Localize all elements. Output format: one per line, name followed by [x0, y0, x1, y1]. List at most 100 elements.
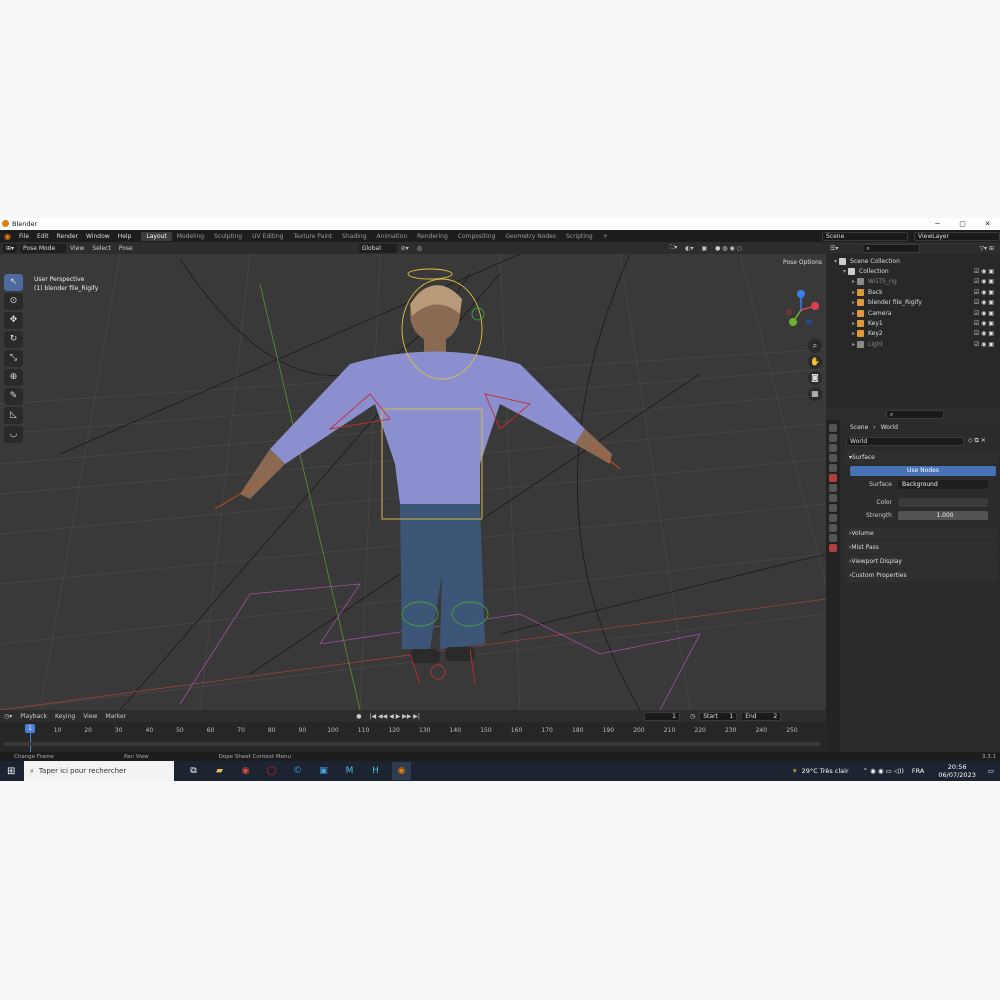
tab-scripting[interactable]: Scripting [561, 232, 598, 241]
color-swatch[interactable] [898, 498, 988, 507]
marker-menu[interactable]: Marker [101, 713, 130, 720]
m-app-icon[interactable]: M [340, 762, 359, 780]
select-menu[interactable]: Select [88, 245, 115, 252]
outliner-item[interactable]: ▾ Scene Collection [826, 256, 1000, 266]
maximize-button[interactable]: ▢ [950, 218, 975, 230]
panel-mist-pass[interactable]: › Mist Pass [844, 541, 998, 554]
editor-type-button[interactable]: ⊞▾ [3, 243, 18, 253]
outliner-item[interactable]: ▾ Collection ☑ ◉ ▣ [826, 266, 1000, 276]
record-icon[interactable]: ● [352, 713, 365, 720]
constraint-tab-icon[interactable] [829, 524, 837, 532]
menu-help[interactable]: Help [114, 233, 136, 240]
visibility-icon[interactable]: ☑ ◉ ▣ [974, 330, 994, 337]
opera-icon[interactable]: ◯ [262, 762, 281, 780]
tab-animation[interactable]: Animation [372, 232, 413, 241]
chrome-icon[interactable]: ◉ [236, 762, 255, 780]
visibility-icon[interactable]: ☑ ◉ ▣ [974, 289, 994, 296]
render-tab-icon[interactable] [829, 434, 837, 442]
visibility-icon[interactable]: ☑ ◉ ▣ [974, 278, 994, 285]
outliner-item[interactable]: ▸ Back ☑ ◉ ▣ [826, 287, 1000, 297]
timeline[interactable]: 1102030405060708090100110120130140150160… [0, 722, 826, 752]
app-icon[interactable]: ▣ [314, 762, 333, 780]
strength-field[interactable]: 1.000 [898, 511, 988, 520]
taskbar-search[interactable]: ⌕ Taper ici pour rechercher [24, 761, 174, 781]
output-tab-icon[interactable] [829, 444, 837, 452]
expand-icon[interactable]: ▸ [852, 278, 855, 285]
current-frame-field[interactable]: 1 [643, 711, 680, 721]
measure-tool-icon[interactable]: ◺ [4, 407, 23, 424]
viewlayer-selector[interactable]: ViewLayer [914, 231, 1000, 241]
outliner-editor-icon[interactable]: ☰▾ [830, 245, 838, 252]
expand-icon[interactable]: ▸ [852, 330, 855, 337]
panel-custom-properties[interactable]: › Custom Properties [844, 569, 998, 582]
surface-panel-header[interactable]: ▾ Surface [844, 451, 998, 464]
c-app-icon[interactable]: © [288, 762, 307, 780]
language-label[interactable]: FRA [912, 767, 924, 775]
tab-modeling[interactable]: Modeling [172, 232, 209, 241]
scene-selector[interactable]: Scene [822, 231, 908, 241]
expand-icon[interactable]: ▾ [834, 258, 837, 265]
minimize-button[interactable]: ─ [925, 218, 950, 230]
annotate-tool-icon[interactable]: ✎ [4, 388, 23, 405]
xray-icon[interactable]: ▣ [697, 245, 711, 252]
pose-options-button[interactable]: Pose Options [783, 259, 822, 266]
outliner-item[interactable]: ▸ Key1 ☑ ◉ ▣ [826, 318, 1000, 328]
playback-menu[interactable]: Playback [16, 713, 51, 720]
world-tab-icon[interactable] [829, 474, 837, 482]
navigation-gizmo[interactable] [781, 288, 821, 338]
task-view-icon[interactable]: ⧉ [184, 762, 203, 780]
keying-menu[interactable]: Keying [51, 713, 79, 720]
pan-icon[interactable]: ✋ [808, 355, 822, 369]
shading-icons[interactable]: ● ◍ ◉ ○ [711, 245, 746, 252]
expand-icon[interactable]: ▸ [852, 299, 855, 306]
roll-tool-icon[interactable]: ◡ [4, 426, 23, 443]
outliner-item[interactable]: ▸ WGTS_rig ☑ ◉ ▣ [826, 277, 1000, 287]
clock[interactable]: 20:56 06/07/2023 [938, 763, 975, 779]
texture-tab-icon[interactable] [829, 544, 837, 552]
use-nodes-button[interactable]: Use Nodes [850, 466, 996, 476]
move-tool-icon[interactable]: ✥ [4, 312, 23, 329]
proportional-icon[interactable]: ◎ [413, 245, 426, 252]
visibility-icon[interactable]: ☑ ◉ ▣ [974, 299, 994, 306]
clock-icon[interactable]: ◷ [686, 713, 699, 720]
visibility-icon[interactable]: ☑ ◉ ▣ [974, 320, 994, 327]
tab-sculpting[interactable]: Sculpting [209, 232, 247, 241]
view-layer-tab-icon[interactable] [829, 454, 837, 462]
expand-icon[interactable]: ▾ [843, 268, 846, 275]
outliner-item[interactable]: ▸ Key2 ☑ ◉ ▣ [826, 329, 1000, 339]
menu-file[interactable]: File [15, 233, 33, 240]
tray-icons[interactable]: ⌃ ◉ ◉ ▭ ◁)) [863, 767, 904, 775]
weather-label[interactable]: 29°C Très clair [802, 767, 849, 775]
visibility-icon[interactable]: ☑ ◉ ▣ [974, 341, 994, 348]
timeline-scrollbar[interactable] [4, 742, 820, 746]
expand-icon[interactable]: ▸ [852, 320, 855, 327]
zoom-icon[interactable]: ⌕ [808, 339, 822, 353]
world-name-field[interactable]: World [846, 436, 964, 446]
expand-icon[interactable]: ▸ [852, 289, 855, 296]
3d-viewport[interactable]: ↖ ⊙ ✥ ↻ ⤡ ⊕ ✎ ◺ ◡ User Perspective (1) b… [0, 254, 826, 710]
visibility-icon[interactable]: ☑ ◉ ▣ [974, 268, 994, 275]
expand-icon[interactable]: ▸ [852, 310, 855, 317]
outliner-item[interactable]: ▸ Light ☑ ◉ ▣ [826, 339, 1000, 349]
camera-view-icon[interactable]: ◙ [808, 371, 822, 385]
menu-render[interactable]: Render [53, 233, 82, 240]
rotate-tool-icon[interactable]: ↻ [4, 331, 23, 348]
timeline-editor-icon[interactable]: ◷▾ [0, 713, 16, 720]
panel-viewport-display[interactable]: › Viewport Display [844, 555, 998, 568]
properties-search-input[interactable]: ⌕ [886, 409, 944, 419]
transform-tool-icon[interactable]: ⊕ [4, 369, 23, 386]
expand-icon[interactable]: ▸ [852, 341, 855, 348]
snap-icon[interactable]: ⊘▾ [397, 245, 413, 252]
overlay-icon[interactable]: ◐▾ [681, 245, 697, 252]
select-tool-icon[interactable]: ↖ [4, 274, 23, 291]
data-tab-icon[interactable] [829, 534, 837, 542]
scale-tool-icon[interactable]: ⤡ [4, 350, 23, 367]
h-app-icon[interactable]: H [366, 762, 385, 780]
gizmo-icon[interactable]: ⛶▾ [666, 244, 681, 252]
playhead[interactable]: 1 [25, 724, 35, 733]
tool-tab-icon[interactable] [829, 424, 837, 432]
tab-compositing[interactable]: Compositing [453, 232, 501, 241]
timeline-view-menu[interactable]: View [79, 713, 101, 720]
fake-user-icon[interactable]: ◇ ⧉ ✕ [968, 437, 986, 445]
windows-start-icon[interactable]: ⊞ [7, 766, 15, 777]
